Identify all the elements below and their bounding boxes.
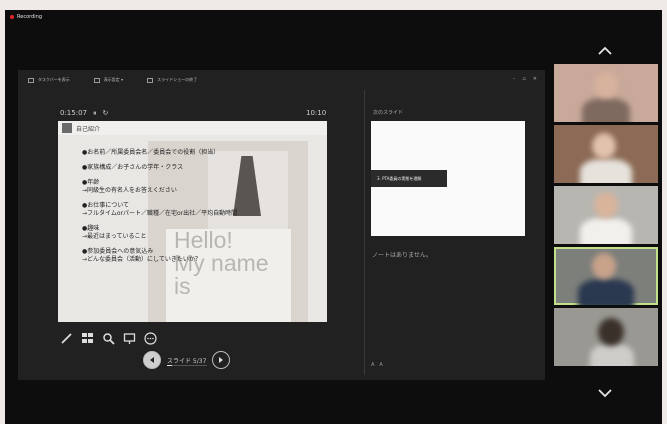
slide-navigation: スライド 5/37 <box>143 351 231 369</box>
participant-face <box>594 192 618 218</box>
black-screen-icon[interactable] <box>123 330 136 344</box>
recording-indicator: Recording <box>10 14 42 20</box>
meeting-window: Recording タスクバーを表示 表示設定 ▾ スライドショーの終了 – ▫ <box>5 10 662 424</box>
bullet-sub: →フルタイムorパート／職種／在宅or出社／平均自動時間 <box>82 210 238 217</box>
participant-face <box>594 72 618 98</box>
participant-video[interactable] <box>554 125 658 183</box>
toolbar-item-label: スライドショーの終了 <box>157 77 198 82</box>
shared-screen: タスクバーを表示 表示設定 ▾ スライドショーの終了 – ▫ ✕ 0:15:07… <box>18 70 545 380</box>
all-slides-icon[interactable] <box>81 330 94 343</box>
current-clock: 10:10 <box>306 109 327 117</box>
toolbar-item-label: 表示設定 ▾ <box>103 77 124 82</box>
participant-face <box>592 133 616 159</box>
participant-body <box>580 218 632 244</box>
participant-video[interactable] <box>554 186 658 244</box>
display-settings-icon <box>93 77 100 83</box>
end-show-icon <box>147 77 154 83</box>
participant-face <box>592 253 616 279</box>
bullet-sub: →最近はまっていること <box>82 233 147 240</box>
participant-face <box>598 318 624 346</box>
next-slide-label: 次のスライド <box>373 110 404 116</box>
bullet-heading: ●趣味 <box>82 225 100 232</box>
participant-body <box>578 279 634 305</box>
next-slide-button[interactable] <box>212 351 231 369</box>
slide-bullets: ●お名前／所属委員会名／委員会での役割（担当） ●家族構成／お子さんの学年・クラ… <box>82 149 322 264</box>
bullet-sub: →どんな委員会（活動）にしていきたいか？ <box>82 256 201 263</box>
panel-divider <box>364 90 365 375</box>
bullet-heading: ●年齢 <box>82 179 100 186</box>
window-controls: – ▫ ✕ <box>513 76 537 82</box>
slide-progress-fill <box>167 364 173 366</box>
toolbar-item-end-show[interactable]: スライドショーの終了 <box>147 77 197 83</box>
speaker-notes: ノートはありません。 <box>372 252 432 259</box>
bullet-heading: ●参加委員会への意気込み <box>82 248 154 255</box>
slide-title-marker <box>62 123 72 133</box>
more-options-icon[interactable] <box>144 330 157 345</box>
zoom-icon[interactable] <box>102 330 115 345</box>
chevron-down-icon[interactable] <box>596 384 614 398</box>
participant-body <box>590 344 634 366</box>
notes-font-controls: A A <box>371 362 383 368</box>
slide-counter-label: スライド 5/37 <box>167 357 207 365</box>
participant-video[interactable] <box>554 308 658 366</box>
pen-tool-icon[interactable] <box>60 330 73 344</box>
pause-timer-icon[interactable]: ⏸ <box>93 109 97 118</box>
slide-counter[interactable]: スライド 5/37 <box>167 356 207 366</box>
current-slide: Hello! My name is 自己紹介 ●お名前／所属委員会名／委員会での… <box>58 121 327 322</box>
presenter-tools <box>60 330 157 345</box>
toolbar-item-label: タスクバーを表示 <box>38 77 70 82</box>
chevron-up-icon[interactable] <box>596 42 614 55</box>
reset-timer-icon[interactable]: ↻ <box>103 109 109 118</box>
elapsed-time: 0:15:07 <box>60 109 87 117</box>
participant-video-strip <box>554 64 658 369</box>
slide-title-bar: 自己紹介 <box>58 121 327 135</box>
taskbar-icon <box>28 77 34 83</box>
participant-body <box>580 159 632 183</box>
participant-video[interactable] <box>554 64 658 122</box>
participant-video[interactable] <box>554 247 658 305</box>
toolbar-item-taskbar[interactable]: タスクバーを表示 <box>28 77 70 83</box>
participant-body <box>582 98 630 122</box>
elapsed-timer: 0:15:07 ⏸ ↻ <box>60 109 108 118</box>
next-slide-tag: 3. PTA委員の実態を理解 <box>371 170 447 187</box>
toolbar-item-display-settings[interactable]: 表示設定 ▾ <box>93 77 124 83</box>
minimize-button[interactable]: – <box>513 76 516 82</box>
restore-button[interactable]: ▫ <box>522 76 525 82</box>
bullet-heading: ●お名前／所属委員会名／委員会での役割（担当） <box>82 149 220 156</box>
previous-slide-button[interactable] <box>143 351 161 369</box>
slide-title: 自己紹介 <box>76 125 101 133</box>
bullet-heading: ●家族構成／お子さんの学年・クラス <box>82 164 184 171</box>
record-dot-icon <box>10 15 14 19</box>
slide-progress-bar <box>167 364 207 366</box>
bullet-heading: ●お仕事について <box>82 202 130 209</box>
next-slide-preview[interactable]: 3. PTA委員の実態を理解 <box>371 121 525 236</box>
recording-label: Recording <box>17 14 43 20</box>
increase-font-button[interactable]: A <box>371 362 374 368</box>
bullet-sub: →同級生の有名人をお答えください <box>82 187 177 194</box>
decrease-font-button[interactable]: A <box>379 362 382 368</box>
close-button[interactable]: ✕ <box>533 76 537 82</box>
background-text-line: is <box>174 273 191 299</box>
presenter-toolbar: タスクバーを表示 表示設定 ▾ スライドショーの終了 – ▫ ✕ <box>18 70 545 90</box>
